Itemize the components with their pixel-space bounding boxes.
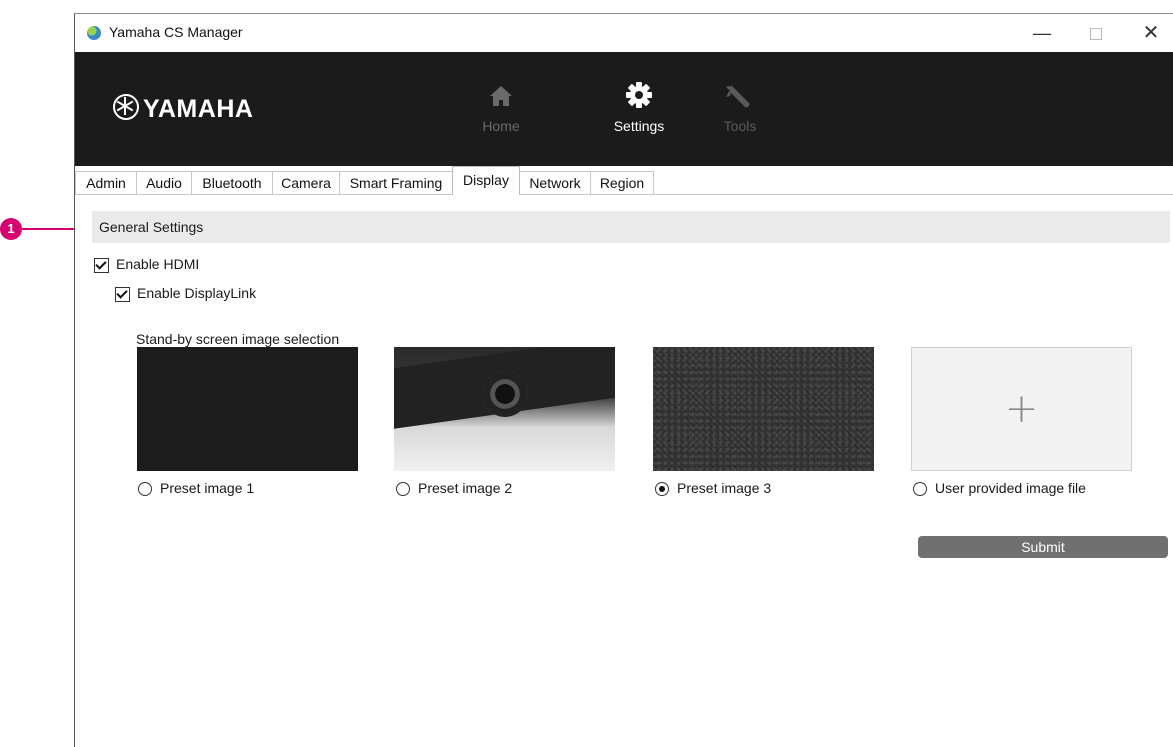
- callout-number-badge: 1: [0, 218, 22, 240]
- nav-settings-label: Settings: [613, 118, 665, 134]
- preset-image-3-thumbnail[interactable]: [653, 347, 874, 471]
- section-title: General Settings: [99, 219, 204, 235]
- gear-icon: [594, 80, 684, 114]
- tab-audio[interactable]: Audio: [136, 171, 192, 194]
- camera-lens-image: [482, 371, 528, 417]
- preset-image-3-radio[interactable]: [655, 482, 669, 496]
- enable-displaylink-checkbox[interactable]: [115, 287, 130, 302]
- user-image-radio[interactable]: [913, 482, 927, 496]
- window-title: Yamaha CS Manager: [109, 24, 243, 40]
- maximize-icon: [1090, 28, 1102, 41]
- minimize-button[interactable]: —: [1019, 18, 1065, 48]
- tuning-fork-logo-icon: [113, 94, 139, 120]
- tab-display[interactable]: Display: [452, 166, 520, 195]
- general-settings-header: General Settings: [92, 211, 1170, 243]
- tab-camera[interactable]: Camera: [272, 171, 340, 194]
- close-button[interactable]: ✕: [1128, 18, 1173, 48]
- logo-text: YAMAHA: [143, 95, 254, 123]
- preset-image-2-thumbnail[interactable]: [394, 347, 615, 471]
- submit-button[interactable]: Submit: [918, 536, 1168, 558]
- plus-icon: +: [1004, 386, 1039, 432]
- nav-home[interactable]: Home: [456, 80, 546, 134]
- enable-displaylink-label: Enable DisplayLink: [137, 285, 257, 301]
- tab-bluetooth[interactable]: Bluetooth: [191, 171, 273, 194]
- preset-image-1-radio[interactable]: [138, 482, 152, 496]
- preset-image-1-thumbnail[interactable]: [137, 347, 358, 471]
- preset-image-2-label: Preset image 2: [418, 480, 513, 496]
- nav-home-label: Home: [482, 118, 520, 134]
- maximize-button[interactable]: [1073, 18, 1119, 48]
- tab-smart-framing[interactable]: Smart Framing: [339, 171, 453, 194]
- user-image-thumbnail[interactable]: +: [911, 347, 1132, 471]
- app-header: YAMAHA Home Settings Tools: [75, 52, 1173, 166]
- app-icon: [87, 26, 101, 40]
- enable-hdmi-label: Enable HDMI: [116, 256, 200, 272]
- nav-tools-label: Tools: [723, 118, 757, 134]
- wrench-icon: [695, 80, 785, 114]
- enable-hdmi-checkbox[interactable]: [94, 258, 109, 273]
- home-icon: [456, 80, 546, 114]
- nav-settings[interactable]: Settings: [594, 80, 684, 134]
- preset-image-3-label: Preset image 3: [677, 480, 772, 496]
- preset-image-2-radio[interactable]: [396, 482, 410, 496]
- standby-image-label: Stand-by screen image selection: [136, 331, 340, 347]
- tab-admin[interactable]: Admin: [75, 171, 137, 194]
- yamaha-logo: YAMAHA: [113, 94, 253, 124]
- app-window: Yamaha CS Manager — ✕ YAMAHA Home Settin…: [74, 13, 1173, 747]
- nav-tools[interactable]: Tools: [695, 80, 785, 134]
- tab-network[interactable]: Network: [519, 171, 591, 194]
- tab-region[interactable]: Region: [590, 171, 654, 194]
- settings-tab-bar: Admin Audio Bluetooth Camera Smart Frami…: [75, 166, 1173, 195]
- title-bar: Yamaha CS Manager — ✕: [75, 14, 1173, 52]
- preset-image-1-label: Preset image 1: [160, 480, 255, 496]
- user-image-label: User provided image file: [935, 480, 1086, 496]
